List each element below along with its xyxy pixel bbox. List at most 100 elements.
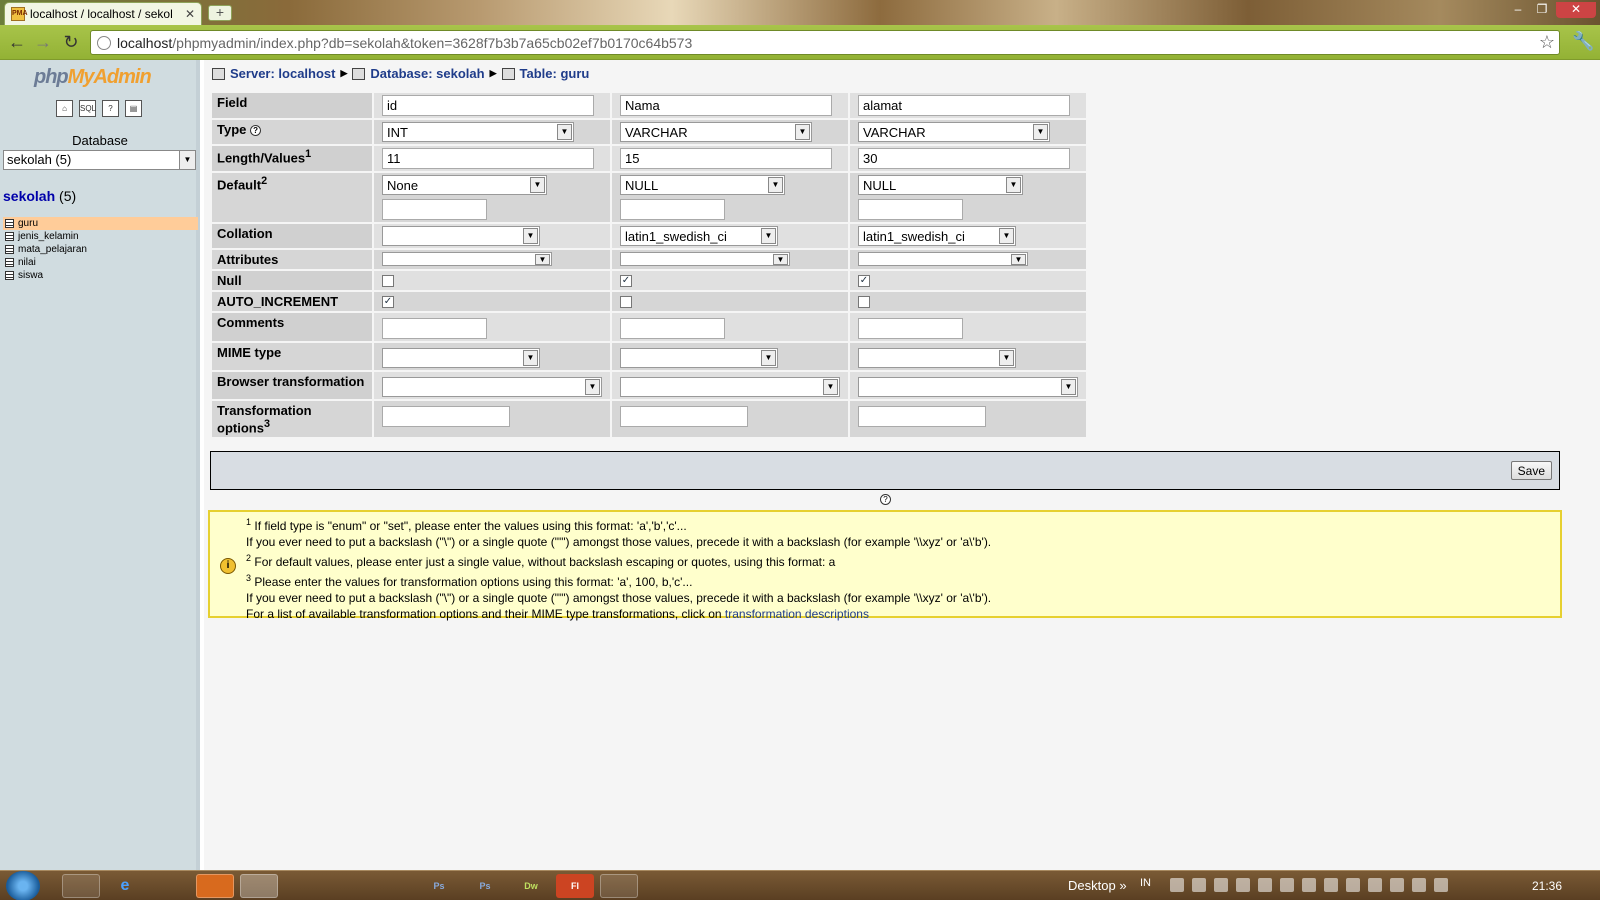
comments-input-3[interactable]: [858, 318, 963, 339]
thunderbird-app-icon[interactable]: [286, 874, 324, 898]
browser-transformation-select-3[interactable]: ▼: [858, 377, 1078, 397]
attributes-select-3[interactable]: ▼: [858, 252, 1028, 266]
database-name[interactable]: sekolah (5): [3, 188, 76, 204]
page-info-icon[interactable]: [97, 35, 111, 50]
collation-select-1[interactable]: ▼: [382, 226, 540, 246]
app-12-icon[interactable]: [600, 874, 638, 898]
mime-select-2[interactable]: ▼: [620, 348, 778, 368]
comments-input-2[interactable]: [620, 318, 725, 339]
transformation-options-input-2[interactable]: [620, 406, 748, 427]
phpmyadmin-logo[interactable]: phpMyAdmin: [34, 66, 152, 89]
tray-icon[interactable]: [1390, 878, 1404, 892]
tray-icon[interactable]: [1302, 878, 1316, 892]
field-name-input-1[interactable]: [382, 95, 594, 116]
mime-select-1[interactable]: ▼: [382, 348, 540, 368]
browser-tab[interactable]: PMA localhost / localhost / sekol ✕: [4, 2, 202, 25]
table-icon[interactable]: [5, 232, 14, 241]
type-select-3[interactable]: VARCHAR ▼: [858, 122, 1050, 142]
collation-select-3[interactable]: latin1_swedish_ci ▼: [858, 226, 1016, 246]
auto-increment-checkbox-1[interactable]: ✓: [382, 296, 394, 308]
table-icon[interactable]: [5, 219, 14, 228]
transformation-options-input-3[interactable]: [858, 406, 986, 427]
auto-increment-checkbox-3[interactable]: [858, 296, 870, 308]
default-value-input-2[interactable]: [620, 199, 725, 220]
table-item-mata-pelajaran[interactable]: mata_pelajaran: [3, 243, 198, 256]
comments-input-1[interactable]: [382, 318, 487, 339]
wrench-menu-icon[interactable]: 🔧: [1572, 31, 1594, 52]
type-select-1[interactable]: INT ▼: [382, 122, 574, 142]
help-icon[interactable]: ?: [880, 494, 891, 505]
tray-icon[interactable]: [1412, 878, 1426, 892]
reload-button[interactable]: ↻: [60, 31, 82, 53]
browser-transformation-select-1[interactable]: ▼: [382, 377, 602, 397]
app-7-icon[interactable]: [376, 874, 414, 898]
transformation-descriptions-link[interactable]: transformation descriptions: [725, 607, 869, 621]
mime-select-3[interactable]: ▼: [858, 348, 1016, 368]
query-window-icon[interactable]: ▤: [125, 100, 142, 117]
clock[interactable]: 21:36: [1532, 879, 1562, 893]
table-item-siswa[interactable]: siswa: [3, 269, 198, 282]
tab-close-icon[interactable]: ✕: [185, 7, 195, 21]
field-name-input-2[interactable]: [620, 95, 832, 116]
auto-increment-checkbox-2[interactable]: [620, 296, 632, 308]
chrome-app-icon[interactable]: [240, 874, 278, 898]
table-icon[interactable]: [5, 271, 14, 280]
breadcrumb-server[interactable]: Server: localhost: [230, 66, 336, 81]
fireworks-app-icon[interactable]: Fl: [556, 874, 594, 898]
address-bar[interactable]: localhost/phpmyadmin/index.php?db=sekola…: [90, 30, 1560, 55]
type-select-2[interactable]: VARCHAR ▼: [620, 122, 812, 142]
field-name-input-3[interactable]: [858, 95, 1070, 116]
photoshop-alt-app-icon[interactable]: Ps: [466, 874, 504, 898]
default-select-2[interactable]: NULL ▼: [620, 175, 785, 195]
tray-icon[interactable]: [1214, 878, 1228, 892]
ie-app-icon[interactable]: e: [106, 874, 144, 898]
attributes-select-1[interactable]: ▼: [382, 252, 552, 266]
photoshop-app-icon[interactable]: Ps: [420, 874, 458, 898]
null-checkbox-1[interactable]: [382, 275, 394, 287]
files-app-icon[interactable]: [150, 874, 188, 898]
forward-button[interactable]: →: [32, 31, 54, 53]
volume-icon[interactable]: [1434, 878, 1448, 892]
breadcrumb-database[interactable]: Database: sekolah: [370, 66, 484, 81]
transformation-options-input-1[interactable]: [382, 406, 510, 427]
table-icon[interactable]: [5, 245, 14, 254]
tray-icon[interactable]: [1324, 878, 1338, 892]
firefox-app-icon[interactable]: [196, 874, 234, 898]
table-icon[interactable]: [5, 258, 14, 267]
default-select-3[interactable]: NULL ▼: [858, 175, 1023, 195]
default-select-1[interactable]: None ▼: [382, 175, 547, 195]
database-select[interactable]: sekolah (5) ▼: [3, 150, 196, 170]
back-button[interactable]: ←: [6, 31, 28, 53]
close-window-button[interactable]: ✕: [1556, 2, 1596, 18]
dreamweaver-app-icon[interactable]: Dw: [512, 874, 550, 898]
table-item-jenis-kelamin[interactable]: jenis_kelamin: [3, 230, 198, 243]
attributes-select-2[interactable]: ▼: [620, 252, 790, 266]
tray-icon[interactable]: [1170, 878, 1184, 892]
tray-icon[interactable]: [1280, 878, 1294, 892]
desktop-toolbar-label[interactable]: Desktop »: [1068, 878, 1127, 893]
minimize-button[interactable]: –: [1508, 2, 1528, 18]
length-input-3[interactable]: [858, 148, 1070, 169]
docs-icon[interactable]: ?: [102, 100, 119, 117]
length-input-1[interactable]: [382, 148, 594, 169]
null-checkbox-3[interactable]: ✓: [858, 275, 870, 287]
default-value-input-1[interactable]: [382, 199, 487, 220]
save-button[interactable]: Save: [1510, 461, 1552, 480]
tray-icon[interactable]: [1346, 878, 1360, 892]
tray-icon[interactable]: [1368, 878, 1382, 892]
bookmark-star-icon[interactable]: ☆: [1539, 32, 1555, 53]
table-item-nilai[interactable]: nilai: [3, 256, 198, 269]
tray-icon[interactable]: [1192, 878, 1206, 892]
language-indicator[interactable]: IN: [1140, 877, 1151, 889]
default-value-input-3[interactable]: [858, 199, 963, 220]
maximize-button[interactable]: ❐: [1532, 2, 1552, 18]
home-icon[interactable]: ⌂: [56, 100, 73, 117]
length-input-2[interactable]: [620, 148, 832, 169]
collation-select-2[interactable]: latin1_swedish_ci ▼: [620, 226, 778, 246]
browser-transformation-select-2[interactable]: ▼: [620, 377, 840, 397]
null-checkbox-2[interactable]: ✓: [620, 275, 632, 287]
new-tab-button[interactable]: +: [208, 5, 232, 21]
breadcrumb-table[interactable]: Table: guru: [520, 66, 590, 81]
notepad-app-icon[interactable]: [330, 874, 368, 898]
start-button[interactable]: [6, 871, 40, 900]
